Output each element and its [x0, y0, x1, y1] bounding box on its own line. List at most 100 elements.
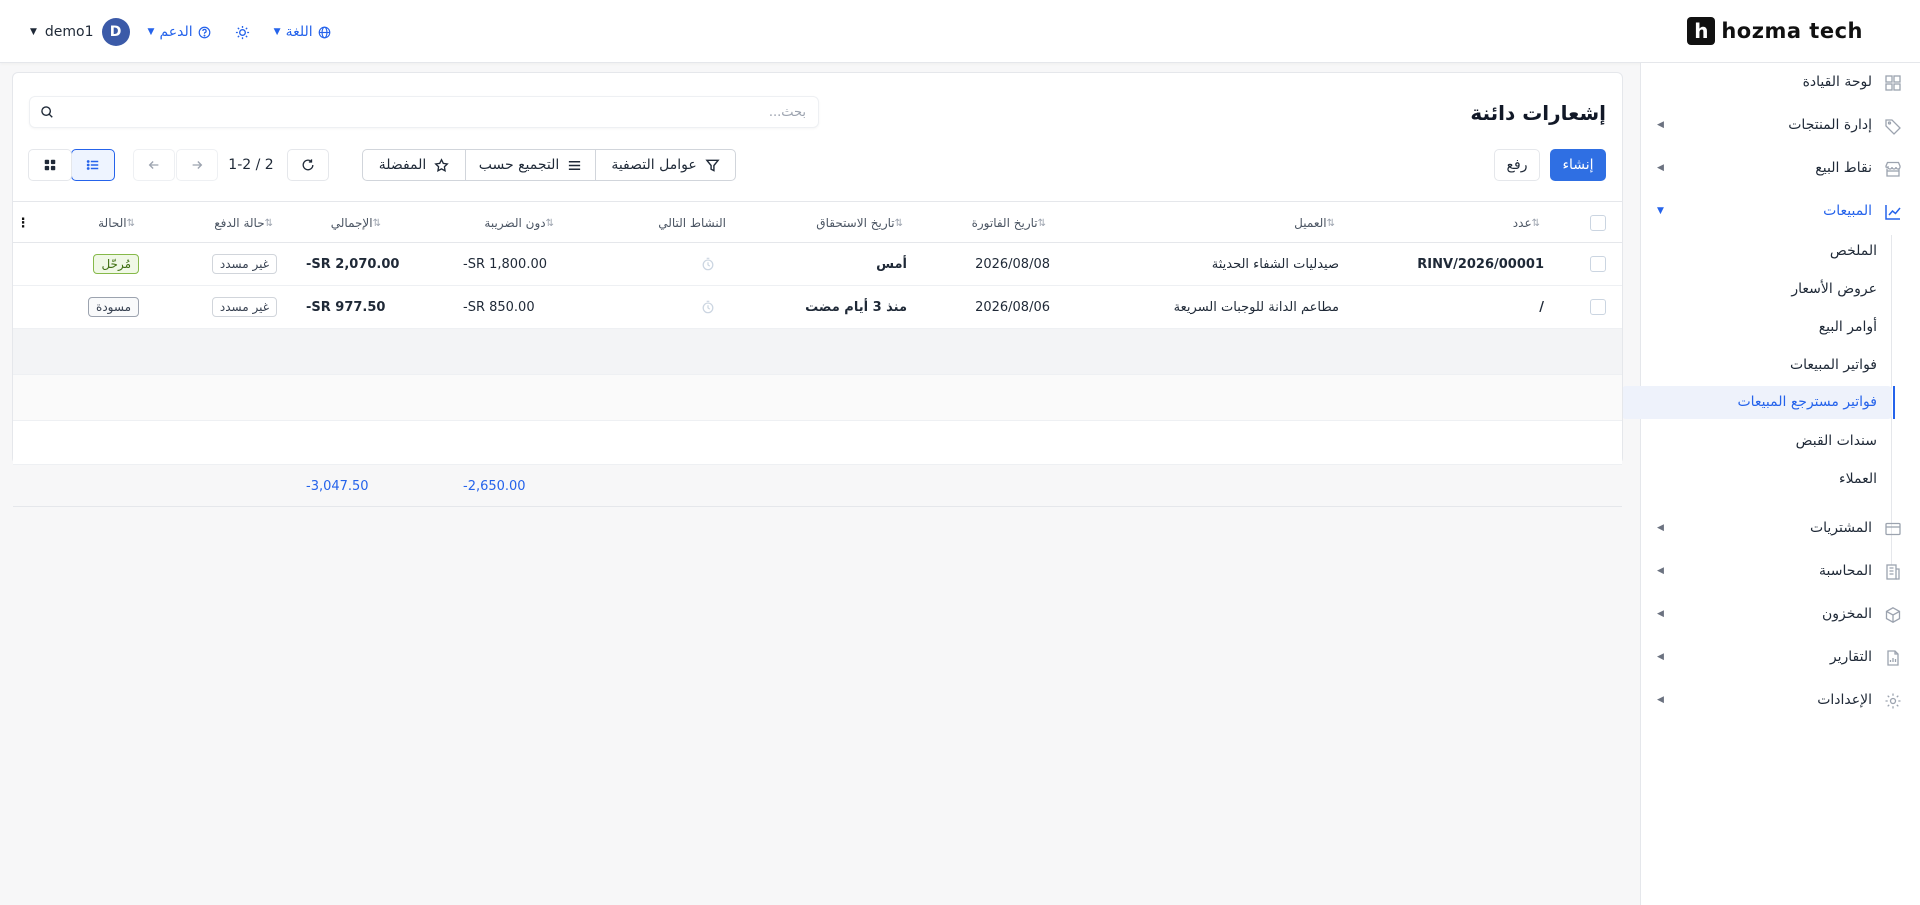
upload-button[interactable]: رفع [1494, 149, 1540, 181]
sidebar-item-label: التقارير [1829, 649, 1872, 665]
sidebar-item-purchases[interactable]: المشتريات ◀ [1640, 511, 1920, 547]
payment-status-badge: غير مسدد [211, 254, 277, 274]
chevron-down-icon: ▼ [273, 27, 281, 37]
cell-status: مُرحّل [93, 243, 139, 285]
kanban-view-button[interactable] [28, 149, 72, 181]
sidebar-item-products[interactable]: إدارة المنتجات ◀ [1640, 108, 1920, 144]
sidebar-item-label: لوحة القيادة [1802, 74, 1872, 90]
row-checkbox[interactable] [1590, 299, 1606, 315]
top-bar-actions: ▼ demo1 D ▼ الدعم ▼ اللغة [30, 17, 355, 47]
submenu-item-receipts[interactable]: سندات القبض [1651, 425, 1891, 458]
support-menu[interactable]: ▼ الدعم [148, 24, 211, 40]
refresh-icon [302, 159, 314, 171]
sidebar-item-label: إدارة المنتجات [1788, 117, 1872, 133]
cell-next-activity[interactable] [701, 286, 715, 328]
theme-toggle[interactable] [235, 25, 250, 40]
column-header-total[interactable]: الإجمالي ⇅ [331, 202, 385, 244]
table-row[interactable]: RINV/2026/00001 صيدليات الشفاء الحديثة 2… [13, 243, 1622, 286]
refresh-button[interactable] [287, 149, 329, 181]
column-header-label: تاريخ الاستحقاق [816, 216, 895, 230]
sidebar-item-accounting[interactable]: المحاسبة ◀ [1640, 554, 1920, 590]
expand-arrow-icon: ◀ [1657, 652, 1664, 662]
submenu-item-summary[interactable]: الملخص [1651, 235, 1891, 268]
help-icon [198, 26, 211, 38]
cell-number: RINV/2026/00001 [1417, 256, 1544, 272]
sidebar-item-label: المبيعات [1823, 203, 1872, 219]
globe-icon [318, 26, 330, 38]
favorites-button[interactable]: المفضلة [363, 150, 466, 180]
column-header-next-activity[interactable]: النشاط التالي [658, 202, 726, 244]
sidebar-item-inventory[interactable]: المخزون ◀ [1640, 597, 1920, 633]
brand-logo[interactable]: h hozma tech [1687, 17, 1863, 45]
submenu-item-customers[interactable]: العملاء [1651, 463, 1891, 496]
submenu-item-sales-orders[interactable]: أوامر البيع [1651, 311, 1891, 344]
page-title: إشعارات دائنة [1470, 101, 1606, 125]
column-header-payment-status[interactable]: حالة الدفع ⇅ [214, 202, 277, 244]
sidebar-item-dashboard[interactable]: لوحة القيادة [1640, 65, 1920, 101]
submenu-item-credit-notes[interactable]: فواتير مسترجع المبيعات [1622, 386, 1895, 419]
cell-total: -SR 2,070.00 [306, 256, 400, 272]
column-header-number[interactable]: عدد ⇅ [1513, 202, 1544, 244]
row-checkbox-cell [1589, 243, 1607, 285]
submenu-item-label: فواتير مسترجع المبيعات [1737, 394, 1877, 410]
column-header-customer[interactable]: العميل ⇅ [1294, 202, 1339, 244]
column-header-status[interactable]: الحالة ⇅ [98, 202, 139, 244]
table-row[interactable]: / مطاعم الدانة للوجبات السريعة 2026/08/0… [13, 286, 1622, 329]
submenu-item-sales-invoices[interactable]: فواتير المبيعات [1651, 349, 1891, 382]
chart-icon [1885, 205, 1901, 220]
ledger-icon [1886, 564, 1900, 580]
user-menu[interactable]: ▼ demo1 D [30, 18, 130, 46]
cell-customer: مطاعم الدانة للوجبات السريعة [1173, 299, 1339, 315]
empty-row [13, 375, 1622, 421]
top-bar: h hozma tech ▼ demo1 D ▼ الدعم ▼ اللغة [0, 0, 1920, 63]
main-panel: إشعارات دائنة إنشاء رفع المفضلة التجميع … [12, 72, 1623, 507]
column-header-due-date[interactable]: تاريخ الاستحقاق ⇅ [816, 202, 907, 244]
dashboard-icon [1885, 75, 1901, 91]
cell-number: / [1539, 299, 1544, 315]
sidebar-item-label: المشتريات [1809, 520, 1872, 536]
list-view-button[interactable] [71, 149, 115, 181]
column-header-untaxed[interactable]: دون الضريبة ⇅ [484, 202, 558, 244]
column-header-label: العميل [1294, 216, 1327, 230]
gear-icon [1885, 693, 1901, 709]
row-checkbox[interactable] [1590, 256, 1606, 272]
sidebar-item-sales[interactable]: المبيعات ▼ [1640, 194, 1920, 230]
pager-counter[interactable]: 1-2 / 2 [226, 157, 276, 173]
group-by-button[interactable]: التجميع حسب [466, 150, 596, 180]
sidebar-item-pos[interactable]: نقاط البيع ◀ [1640, 151, 1920, 187]
submenu-item-label: أوامر البيع [1818, 319, 1877, 335]
cell-payment-status: غير مسدد [211, 243, 277, 285]
search-input[interactable] [66, 101, 806, 123]
chevron-down-icon: ▼ [30, 27, 37, 37]
language-menu[interactable]: ▼ اللغة [274, 24, 331, 40]
cell-due-date: أمس [876, 256, 907, 272]
cell-next-activity[interactable] [701, 243, 715, 285]
expand-arrow-icon: ◀ [1657, 163, 1664, 173]
status-badge: مُرحّل [93, 254, 139, 274]
sidebar-item-settings[interactable]: الإعدادات ◀ [1640, 683, 1920, 719]
cell-payment-status: غير مسدد [211, 286, 277, 328]
column-options-icon[interactable]: ⋮ [17, 202, 30, 244]
arrow-right-icon [192, 161, 203, 169]
select-all-checkbox[interactable] [1590, 215, 1606, 231]
sidebar-item-label: المحاسبة [1818, 563, 1872, 579]
submenu-item-label: سندات القبض [1795, 433, 1877, 449]
expand-arrow-icon: ◀ [1657, 609, 1664, 619]
search-icon[interactable] [40, 105, 54, 119]
prev-page-button[interactable] [133, 149, 175, 181]
sidebar-item-reports[interactable]: التقارير ◀ [1640, 640, 1920, 676]
cell-status: مسودة [88, 286, 139, 328]
card-icon [1885, 522, 1901, 536]
next-page-button[interactable] [176, 149, 218, 181]
total-amount: -3,047.50 [306, 478, 369, 494]
submenu-item-label: العملاء [1839, 471, 1877, 487]
star-icon [434, 157, 450, 172]
expand-arrow-icon: ◀ [1657, 695, 1664, 705]
column-header-invoice-date[interactable]: تاريخ الفاتورة ⇅ [972, 202, 1050, 244]
submenu-item-label: عروض الأسعار [1791, 281, 1877, 297]
submenu-item-quotations[interactable]: عروض الأسعار [1651, 273, 1891, 306]
filter-icon [705, 159, 720, 172]
create-button[interactable]: إنشاء [1550, 149, 1606, 181]
grid-view-icon [44, 159, 56, 171]
filters-button[interactable]: عوامل التصفية [596, 150, 735, 180]
